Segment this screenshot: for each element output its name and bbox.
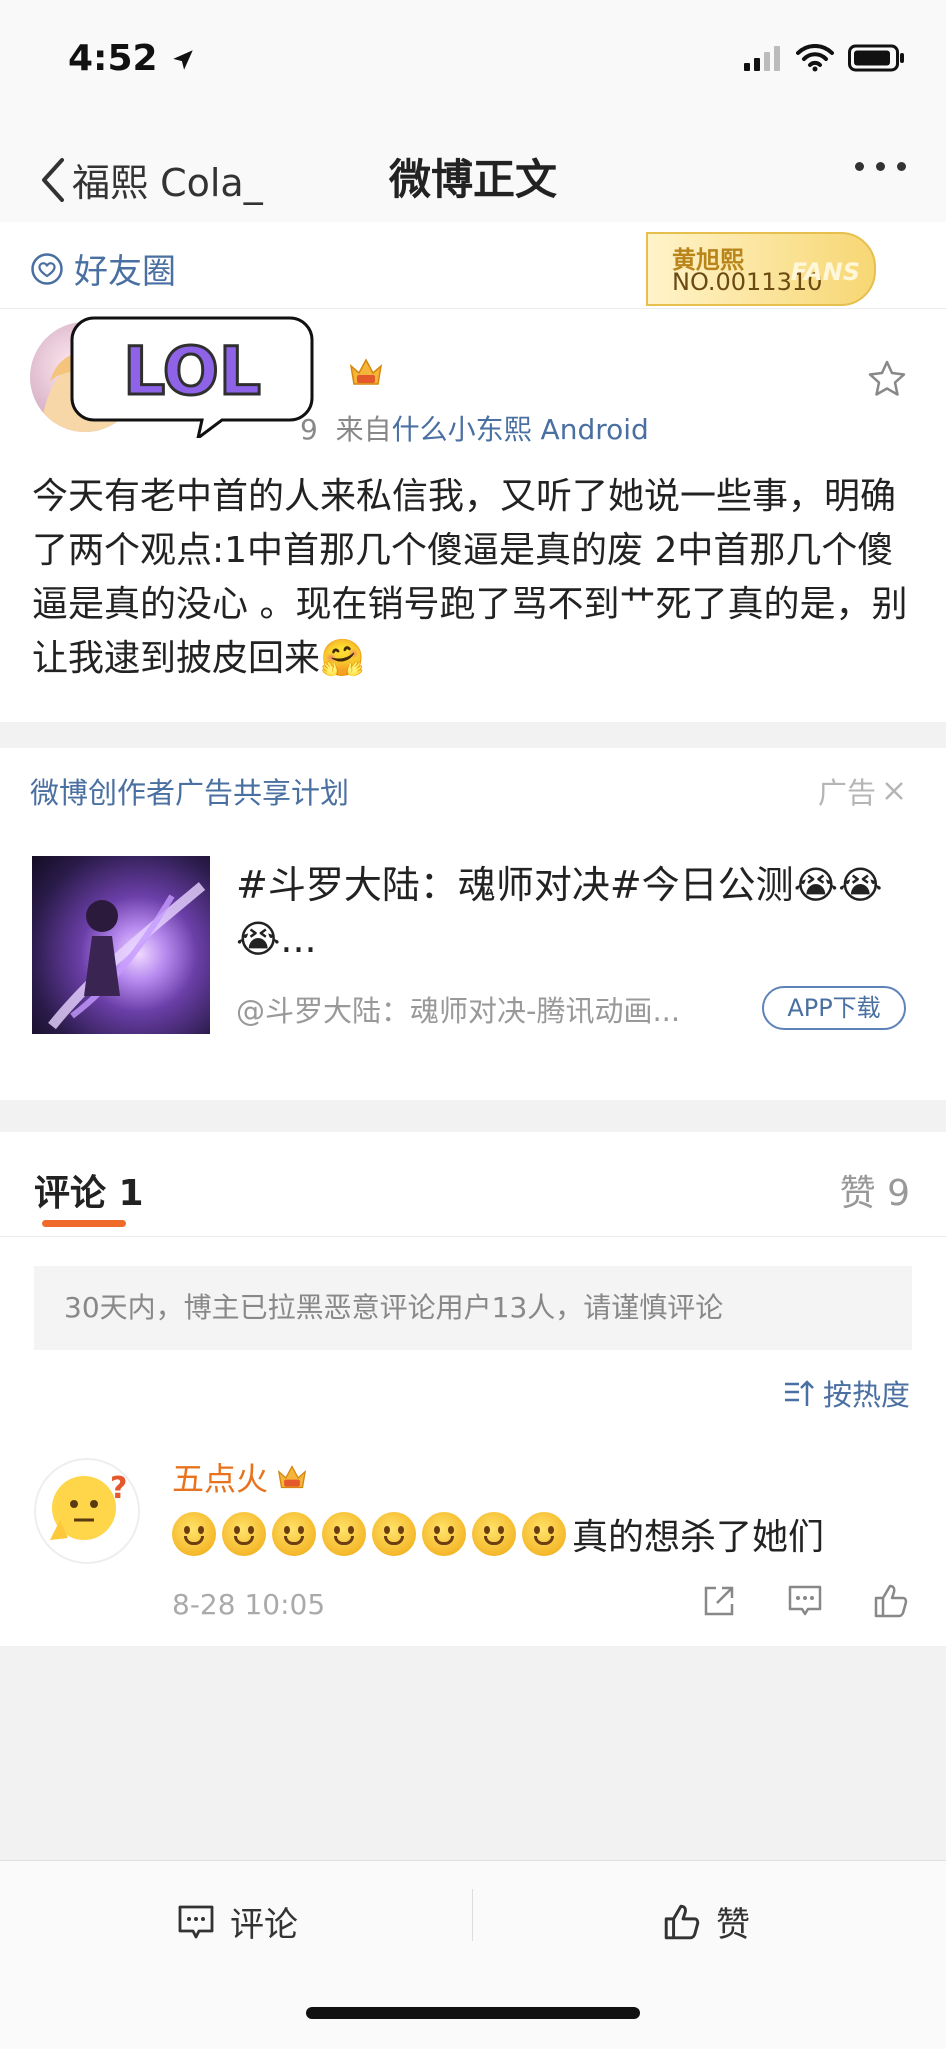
back-label: 福熙 Cola_ xyxy=(72,161,263,205)
commenter-avatar[interactable]: ? xyxy=(34,1458,140,1564)
svg-text:?: ? xyxy=(110,1471,127,1506)
app-download-button[interactable]: APP下载 xyxy=(762,986,906,1030)
status-time: 4:52 xyxy=(68,38,196,79)
smile-emoji-icon xyxy=(422,1512,466,1556)
sort-button[interactable]: 按热度 xyxy=(783,1372,910,1414)
sort-icon xyxy=(784,1380,814,1406)
smile-emoji-icon xyxy=(322,1512,366,1556)
home-indicator[interactable] xyxy=(306,2007,640,2019)
vip-crown-icon xyxy=(277,1465,307,1489)
divider xyxy=(472,1889,473,1941)
battery-icon xyxy=(848,44,904,72)
smile-emoji-icon xyxy=(372,1512,416,1556)
post-source-prefix: 来自 xyxy=(335,413,392,446)
comment-text: 真的想杀了她们 xyxy=(572,1517,825,1558)
emoji-avatar-icon: ? xyxy=(50,1471,127,1540)
block-notice: 30天内，博主已拉黑恶意评论用户13人，请谨慎评论 xyxy=(34,1266,912,1350)
status-icons xyxy=(742,44,906,72)
ad-program-label[interactable]: 微博创作者广告共享计划 xyxy=(30,770,349,812)
comment-body: 真的想杀了她们 xyxy=(172,1508,824,1560)
tab-comments[interactable]: 评论 1 xyxy=(34,1164,144,1216)
vip-crown-icon xyxy=(349,358,383,385)
bottom-comment-label: 评论 xyxy=(230,1905,298,1945)
post-card: 好友圈 黄旭熙 NO.0011310 FANS LOL 9 来自什么小东熙 An… xyxy=(0,222,946,722)
ad-source: @斗罗大陆：魂师对决-腾讯动画... xyxy=(236,994,681,1028)
status-time-text: 4:52 xyxy=(68,38,158,79)
close-icon xyxy=(885,782,903,800)
fans-badge[interactable]: 黄旭熙 NO.0011310 FANS xyxy=(646,232,876,306)
bottom-comment-button[interactable]: 评论 xyxy=(176,1897,298,1946)
more-dot-icon xyxy=(897,162,906,171)
wifi-icon xyxy=(796,44,834,72)
post-source[interactable]: 什么小东熙 Android xyxy=(392,413,649,446)
lol-sticker: LOL xyxy=(70,316,314,438)
divider xyxy=(0,1236,946,1237)
smile-emoji-icon xyxy=(472,1512,516,1556)
bottom-like-button[interactable]: 赞 xyxy=(662,1897,750,1946)
comment-time: 8-28 10:05 xyxy=(172,1588,326,1621)
favorite-star-icon[interactable] xyxy=(866,358,908,400)
ad-card[interactable]: 微博创作者广告共享计划 广告 #斗罗大陆：魂师对决#今日公测😭😭😭... @斗罗… xyxy=(0,748,946,1100)
thumb-up-icon xyxy=(664,1904,700,1939)
share-icon[interactable] xyxy=(700,1582,738,1620)
smile-emoji-icon xyxy=(272,1512,316,1556)
back-button[interactable]: 福熙 Cola_ xyxy=(40,152,263,207)
game-art-icon xyxy=(48,882,206,1030)
fans-badge-word: FANS xyxy=(790,258,860,286)
commenter-name-text: 五点火 xyxy=(172,1460,269,1498)
reply-icon[interactable] xyxy=(786,1582,824,1620)
comment-actions xyxy=(700,1582,910,1620)
post-meta: 9 来自什么小东熙 Android xyxy=(300,408,649,448)
smile-emoji-icon xyxy=(522,1512,566,1556)
sort-label: 按热度 xyxy=(822,1378,910,1412)
ad-close-label: 广告 xyxy=(817,776,876,810)
more-button[interactable] xyxy=(855,162,906,171)
smile-emoji-icon xyxy=(222,1512,266,1556)
tab-likes[interactable]: 赞 9 xyxy=(840,1164,910,1216)
nav-bar: 微博正文 福熙 Cola_ xyxy=(0,130,946,223)
location-arrow-icon xyxy=(173,50,193,70)
ad-title[interactable]: #斗罗大陆：魂师对决#今日公测😭😭😭... xyxy=(236,858,906,966)
post-body: 今天有老中首的人来私信我，又听了她说一些事，明确了两个观点:1中首那几个傻逼是真… xyxy=(32,476,908,679)
bottom-like-label: 赞 xyxy=(716,1905,750,1945)
thumb-up-icon[interactable] xyxy=(872,1582,910,1620)
signal-icon xyxy=(744,46,780,71)
tab-active-indicator xyxy=(42,1220,126,1227)
friend-circle-tag[interactable]: 好友圈 xyxy=(30,244,176,293)
more-dot-icon xyxy=(855,162,864,171)
heart-circle-icon xyxy=(31,252,63,285)
ad-thumbnail[interactable] xyxy=(32,856,210,1034)
chevron-left-icon xyxy=(42,157,64,202)
ad-close-button[interactable]: 广告 xyxy=(818,770,906,812)
status-bar: 4:52 xyxy=(0,0,946,130)
comments-section: 评论 1 赞 9 30天内，博主已拉黑恶意评论用户13人，请谨慎评论 按热度 ?… xyxy=(0,1132,946,1646)
comment-icon xyxy=(178,1905,214,1938)
more-dot-icon xyxy=(876,162,885,171)
lol-text: LOL xyxy=(123,333,261,410)
friend-circle-label: 好友圈 xyxy=(74,252,176,292)
commenter-name[interactable]: 五点火 xyxy=(172,1454,308,1500)
bottom-action-bar: 评论 赞 xyxy=(0,1860,946,2049)
post-time-fragment: 9 xyxy=(300,413,318,446)
smile-emoji-icon xyxy=(172,1512,216,1556)
